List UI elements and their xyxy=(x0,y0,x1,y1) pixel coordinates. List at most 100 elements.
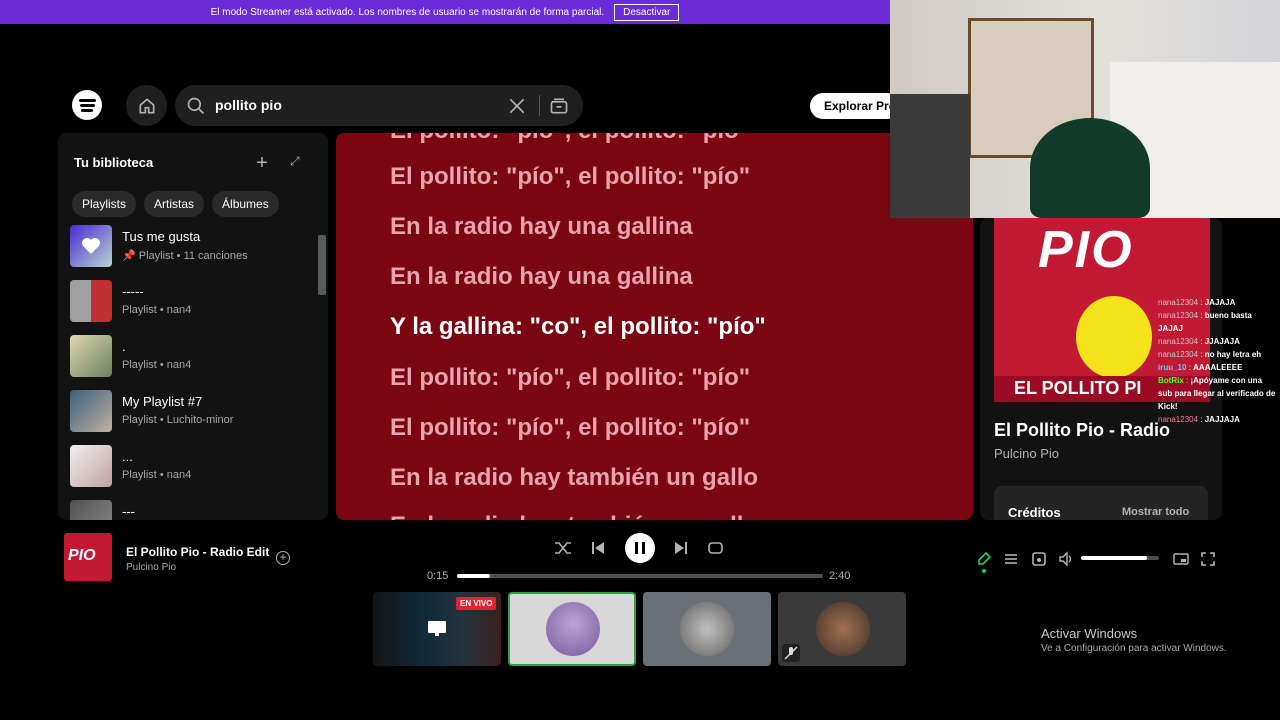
list-item[interactable]: --- xyxy=(70,500,320,520)
chat-message: nana12304 : JJAJAJA xyxy=(1158,337,1240,346)
cover-title: PIO xyxy=(1038,221,1134,279)
miniplayer-icon[interactable] xyxy=(1173,551,1189,567)
lyric-line-active[interactable]: Y la gallina: "co", el pollito: "pío" xyxy=(390,313,766,341)
lyric-line[interactable]: En la radio hay también un gallo xyxy=(390,464,758,492)
repeat-icon[interactable] xyxy=(707,540,724,556)
list-item[interactable]: My Playlist #7 Playlist • Luchito-minor xyxy=(70,390,320,445)
chip-albums[interactable]: Álbumes xyxy=(212,191,279,217)
playlist-thumb xyxy=(70,335,112,377)
list-item[interactable]: . Playlist • nan4 xyxy=(70,335,320,390)
now-playing-artist[interactable]: Pulcino Pio xyxy=(126,562,176,573)
lyric-line[interactable]: El pollito: "pío", el pollito: "pío" xyxy=(390,133,750,145)
chat-message: nana12304 : bueno basta JAJAJ xyxy=(1158,311,1252,333)
chat-message: nana12304 : JAJJAJA xyxy=(1158,415,1240,424)
participant-tile[interactable] xyxy=(778,592,906,666)
list-item[interactable]: ... Playlist • nan4 xyxy=(70,445,320,500)
side-track-title[interactable]: El Pollito Pio - Radio xyxy=(994,420,1170,441)
list-item-name: --- xyxy=(122,504,135,519)
list-item-meta: Playlist • nan4 xyxy=(122,359,192,371)
connect-device-icon[interactable] xyxy=(1031,551,1047,567)
streamer-banner-text: El modo Streamer está activado. Los nomb… xyxy=(210,6,605,18)
pin-icon: 📌 xyxy=(122,250,136,262)
add-to-library-button[interactable]: + xyxy=(276,551,290,565)
pause-button[interactable] xyxy=(625,533,655,563)
library-title: Tu biblioteca xyxy=(74,155,154,170)
playlist-thumb xyxy=(70,280,112,322)
plus-icon[interactable]: + xyxy=(248,150,276,178)
clear-icon[interactable] xyxy=(507,96,527,116)
watermark-title: Activar Windows xyxy=(1041,626,1138,641)
duration-time: 2:40 xyxy=(829,570,851,582)
playlist-thumb xyxy=(70,500,112,520)
list-item-name: . xyxy=(122,339,126,354)
volume-fill xyxy=(1081,556,1148,560)
next-icon[interactable] xyxy=(673,540,689,556)
progress-bar[interactable] xyxy=(457,574,823,578)
lyric-line[interactable]: En la radio hay también un gallo xyxy=(390,512,758,520)
lyric-line[interactable]: El pollito: "pío", el pollito: "pío" xyxy=(390,414,750,442)
list-item-name: ----- xyxy=(122,284,144,299)
chip-playlists[interactable]: Playlists xyxy=(72,191,137,217)
search-icon xyxy=(187,97,205,115)
volume-icon[interactable] xyxy=(1058,551,1074,567)
list-item[interactable]: ----- Playlist • nan4 xyxy=(70,280,320,335)
lyrics-panel: El pollito: "pío", el pollito: "pío" El … xyxy=(336,133,973,520)
chat-message: iruu_10 : AAAALEEEE xyxy=(1158,363,1243,372)
queue-icon[interactable] xyxy=(1003,551,1019,567)
lyric-line[interactable]: El pollito: "pío", el pollito: "pío" xyxy=(390,364,750,392)
microphone-icon[interactable] xyxy=(976,551,992,567)
participant-tile[interactable] xyxy=(643,592,771,666)
home-button[interactable] xyxy=(126,85,167,126)
expand-icon[interactable]: ⤢ xyxy=(290,154,300,169)
watermark-subtitle: Ve a Configuración para activar Windows. xyxy=(1041,643,1227,654)
now-playing-title[interactable]: El Pollito Pio - Radio Edit xyxy=(126,545,269,559)
heart-icon xyxy=(82,238,100,254)
windows-activation-watermark: Activar Windows Ve a Configuración para … xyxy=(1041,626,1227,654)
chick-illustration xyxy=(1076,296,1152,378)
lyric-line[interactable]: En la radio hay una gallina xyxy=(390,213,693,241)
list-item[interactable]: Tus me gusta 📌 Playlist • 11 canciones xyxy=(70,225,320,280)
shuffle-icon[interactable] xyxy=(554,540,572,556)
list-item-name: ... xyxy=(122,449,133,464)
streamer-banner: El modo Streamer está activado. Los nomb… xyxy=(0,0,890,24)
cover-subtitle: EL POLLITO PI xyxy=(1014,378,1142,398)
chat-message: nana12304 : no hay letra eh xyxy=(1158,350,1262,359)
chair xyxy=(890,94,970,218)
webcam-overlay xyxy=(890,0,1280,218)
list-item-meta: Playlist • nan4 xyxy=(122,469,192,481)
list-item-name: My Playlist #7 xyxy=(122,394,203,409)
search-input[interactable]: pollito pio xyxy=(175,85,583,126)
participant-tile-active[interactable] xyxy=(508,592,636,666)
side-track-artist[interactable]: Pulcino Pio xyxy=(994,446,1059,461)
library-scrollbar[interactable] xyxy=(318,235,326,295)
lyric-line[interactable]: En la radio hay una gallina xyxy=(390,263,693,291)
progress-fill xyxy=(457,574,490,578)
fullscreen-icon[interactable] xyxy=(1200,551,1216,567)
explore-premium-button[interactable]: Explorar Pre xyxy=(810,93,900,119)
volume-slider[interactable] xyxy=(1081,556,1159,560)
library-panel: Tu biblioteca + ⤢ Playlists Artistas Álb… xyxy=(58,133,328,520)
now-playing-art[interactable]: PIO xyxy=(64,533,112,581)
avatar xyxy=(546,602,600,656)
art-word: PIO xyxy=(68,547,96,564)
credits-card: Créditos Mostrar todo xyxy=(994,486,1208,520)
elapsed-time: 0:15 xyxy=(427,570,449,582)
browse-icon[interactable] xyxy=(549,96,569,116)
list-item-meta: Playlist • Luchito-minor xyxy=(122,414,234,426)
list-item-meta: Playlist • nan4 xyxy=(122,304,192,316)
previous-icon[interactable] xyxy=(590,540,606,556)
lyric-line[interactable]: El pollito: "pío", el pollito: "pío" xyxy=(390,163,750,191)
search-divider xyxy=(539,95,540,116)
library-list: Tus me gusta 📌 Playlist • 11 canciones -… xyxy=(70,225,320,520)
spotify-logo-icon[interactable] xyxy=(72,90,102,120)
list-item-meta: 📌 Playlist • 11 canciones xyxy=(122,250,248,262)
chat-message: BotRix : ¡Apóyame con una sub para llega… xyxy=(1158,376,1276,411)
chip-artists[interactable]: Artistas xyxy=(144,191,205,217)
credits-title: Créditos xyxy=(1008,505,1061,520)
home-icon xyxy=(139,97,154,113)
screen-share-icon xyxy=(428,621,446,636)
show-all-link[interactable]: Mostrar todo xyxy=(1122,506,1189,518)
person-cap xyxy=(1030,118,1150,218)
deactivate-button[interactable]: Desactivar xyxy=(614,3,680,21)
muted-mic-icon xyxy=(782,644,800,662)
